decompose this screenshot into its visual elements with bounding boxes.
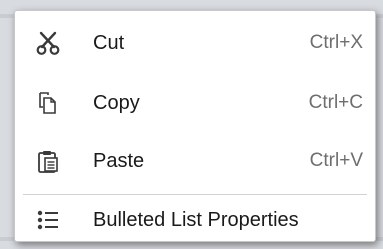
menu-item-label: Copy: [93, 91, 140, 114]
menu-item-shortcut: Ctrl+C: [308, 92, 363, 113]
menu-item-copy[interactable]: Copy Ctrl+C: [15, 75, 375, 131]
menu-item-shortcut: Ctrl+V: [309, 150, 363, 171]
menu-item-label: Paste: [93, 149, 145, 172]
menu-item-label: Bulleted List Properties: [93, 208, 299, 231]
menu-item-bulleted-list-properties[interactable]: Bulleted List Properties: [15, 197, 375, 243]
copy-icon: [35, 90, 61, 116]
menu-separator: [23, 194, 367, 195]
menu-item-cut[interactable]: Cut Ctrl+X: [15, 15, 375, 71]
scissors-icon: [35, 30, 61, 56]
bulleted-list-icon: [35, 207, 61, 233]
menu-item-label: Cut: [93, 31, 125, 54]
menu-item-shortcut: Ctrl+X: [309, 32, 363, 53]
context-menu: Cut Ctrl+X Copy Ctrl+C Paste Ctrl+V Bull…: [14, 10, 376, 242]
paste-icon: [35, 148, 61, 174]
menu-item-paste[interactable]: Paste Ctrl+V: [15, 133, 375, 189]
